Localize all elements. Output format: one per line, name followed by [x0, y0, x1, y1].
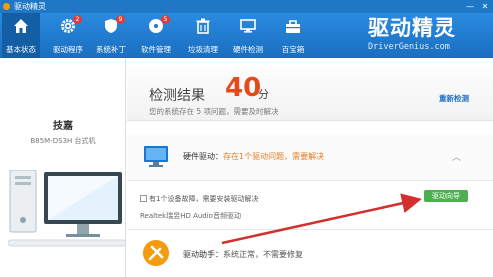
nav-label: 垃圾清理	[188, 45, 218, 54]
nav-item-drivers[interactable]: 2 驱动程序	[49, 13, 87, 58]
device-name: Realtek瑞昱HD Audio音频驱动	[140, 212, 241, 220]
monitor-check-icon	[144, 146, 168, 167]
main-panel: 检测结果 40 分 您的系统存在 5 项问题，需要及时解决 重新检测 硬件驱动：…	[127, 58, 493, 277]
result-title: 检测结果	[149, 88, 205, 104]
patches-badge: 9	[116, 15, 125, 24]
hardware-driver-status: 存在1个驱动问题，需要解决	[223, 152, 325, 161]
drivers-badge: 2	[73, 15, 82, 24]
nav-label: 驱动程序	[53, 45, 83, 54]
checkbox-icon[interactable]	[140, 195, 147, 202]
hardware-driver-label: 硬件驱动：	[183, 152, 223, 161]
window-title: 驱动精灵	[14, 2, 46, 11]
assistant-title: 驱动助手：系统正常，不需要修复	[183, 249, 303, 260]
brand-url: DriverGenius.com	[368, 42, 450, 52]
issue-text: 有1个设备故障，需要安装驱动解决	[149, 195, 259, 203]
nav-item-software[interactable]: 5 软件管理	[137, 13, 175, 58]
home-icon	[14, 19, 28, 33]
trash-icon	[196, 18, 210, 34]
minimize-button[interactable]: —	[463, 0, 477, 13]
hardware-driver-row[interactable]: 硬件驱动：存在1个驱动问题，需要解决 ︿	[127, 135, 493, 181]
chevron-up-icon[interactable]: ︿	[452, 150, 461, 163]
nav-bar: 基本状态 2 驱动程序 9 系统补丁 5 软件管理 垃圾清理 硬件检测 百宝箱 …	[0, 13, 493, 58]
monitor-icon	[240, 19, 256, 33]
desktop-computer-icon	[8, 170, 126, 247]
nav-label: 基本状态	[6, 45, 36, 54]
nav-label: 软件管理	[141, 45, 171, 54]
hardware-driver-title: 硬件驱动：存在1个驱动问题，需要解决	[183, 151, 324, 162]
nav-item-basic-status[interactable]: 基本状态	[2, 13, 40, 58]
nav-item-patches[interactable]: 9 系统补丁	[92, 13, 130, 58]
score-unit: 分	[258, 88, 269, 101]
app-logo-icon	[3, 3, 10, 10]
software-badge: 5	[161, 15, 170, 24]
driver-assistant-row[interactable]: 驱动助手：系统正常，不需要修复	[127, 240, 493, 274]
nav-label: 硬件检测	[233, 45, 263, 54]
assistant-label: 驱动助手：	[183, 250, 223, 259]
motherboard-model: B85M-DS3H 台式机	[30, 137, 96, 145]
toolbox-icon	[286, 20, 300, 33]
nav-item-toolbox[interactable]: 百宝箱	[274, 13, 312, 58]
nav-label: 系统补丁	[96, 45, 126, 54]
brand-logo: 驱动精灵	[368, 16, 456, 40]
health-score: 40	[225, 73, 262, 103]
tools-icon	[143, 240, 169, 266]
computer-info-panel: 技嘉 B85M-DS3H 台式机	[0, 58, 126, 277]
issue-summary: 有1个设备故障，需要安装驱动解决	[140, 194, 258, 204]
close-button[interactable]: ✕	[478, 0, 492, 13]
title-bar: 驱动精灵 — ✕	[0, 0, 493, 13]
recheck-link[interactable]: 重新检测	[439, 93, 469, 104]
motherboard-brand: 技嘉	[53, 121, 73, 132]
result-subtitle: 您的系统存在 5 项问题，需要及时解决	[149, 107, 279, 116]
scan-summary: 检测结果 40 分 您的系统存在 5 项问题，需要及时解决 重新检测	[127, 58, 493, 121]
nav-label: 百宝箱	[281, 45, 305, 54]
nav-item-hardware[interactable]: 硬件检测	[229, 13, 267, 58]
nav-item-cleanup[interactable]: 垃圾清理	[184, 13, 222, 58]
driver-wizard-button[interactable]: 驱动向导	[424, 190, 468, 202]
assistant-status: 系统正常，不需要修复	[223, 250, 303, 259]
divider	[127, 229, 493, 230]
